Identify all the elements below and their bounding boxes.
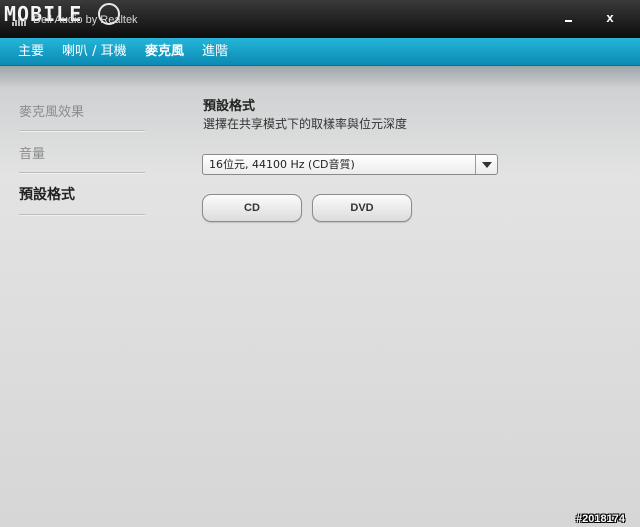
- cd-button[interactable]: CD: [202, 194, 302, 222]
- default-format-select[interactable]: 16位元, 44100 Hz (CD音質): [202, 154, 498, 175]
- minimize-icon: [565, 20, 572, 22]
- tab-bar: 主要 喇叭 / 耳機 麥克風 進階: [0, 38, 640, 66]
- sidebar-divider: [19, 214, 145, 216]
- app-subtitle: Dell Audio by Realtek: [33, 14, 138, 26]
- sidebar-divider: [19, 130, 145, 132]
- equalizer-icon: [12, 18, 26, 26]
- tab-main[interactable]: 主要: [18, 38, 44, 65]
- tab-advanced[interactable]: 進階: [202, 38, 228, 65]
- sidebar-item-volume[interactable]: 音量: [19, 143, 145, 162]
- minimize-button[interactable]: [556, 8, 580, 28]
- tab-speakers-headphones[interactable]: 喇叭 / 耳機: [62, 38, 127, 65]
- sidebar-divider: [19, 172, 145, 174]
- content-area: 麥克風效果 音量 預設格式 預設格式 選擇在共享模式下的取樣率與位元深度 16位…: [0, 66, 640, 527]
- dvd-button[interactable]: DVD: [312, 194, 412, 222]
- sidebar-item-default-format[interactable]: 預設格式: [19, 184, 145, 204]
- select-value: 16位元, 44100 Hz (CD音質): [209, 158, 355, 171]
- section-title: 預設格式: [203, 99, 256, 114]
- dropdown-button[interactable]: [475, 155, 497, 174]
- tab-microphone[interactable]: 麥克風: [145, 38, 184, 65]
- sidebar-item-mic-effects[interactable]: 麥克風效果: [19, 101, 145, 120]
- audio-manager-window: MOBILE Dell Audio by Realtek x 主要 喇叭 / 耳…: [0, 0, 640, 527]
- close-button[interactable]: x: [598, 8, 622, 28]
- watermark: #2018174: [576, 513, 625, 525]
- section-description: 選擇在共享模式下的取樣率與位元深度: [203, 117, 408, 131]
- chevron-down-icon: [482, 162, 492, 168]
- title-bar: MOBILE Dell Audio by Realtek x: [0, 0, 640, 38]
